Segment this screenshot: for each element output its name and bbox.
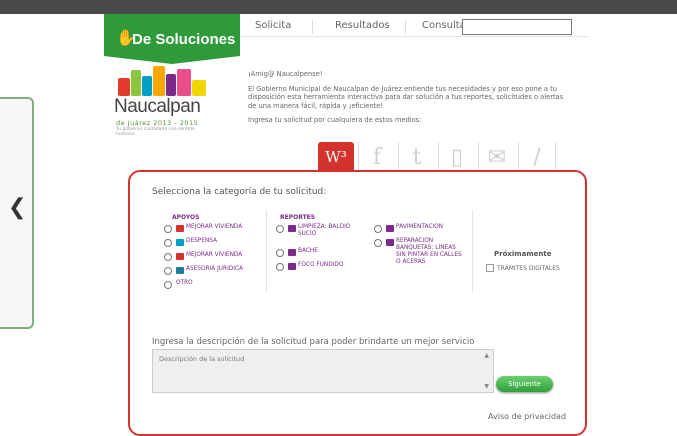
radio-button[interactable] <box>164 253 172 261</box>
intro-text: ¡Amig@ Naucalpense! El Gobierno Municipa… <box>248 70 568 131</box>
radio-button[interactable] <box>164 225 172 233</box>
apoyos-header: APOYOS <box>172 214 200 221</box>
web-channel-icon[interactable]: W³ <box>318 142 354 172</box>
logo-tagline: Tu gobierno cuidadano con sentido humano <box>116 127 195 137</box>
nav-divider <box>405 20 406 34</box>
pencil-icon[interactable]: / <box>518 142 556 172</box>
option-label: FOCO FUNDIDO <box>298 262 344 268</box>
mail-icon[interactable]: ✉ <box>478 142 515 172</box>
scroll-down-icon[interactable]: ▼ <box>484 383 489 390</box>
privacy-link[interactable]: Aviso de privacidad <box>488 412 566 421</box>
next-button[interactable]: Siguiente <box>496 376 553 392</box>
nav-consulta[interactable]: Consulta <box>422 20 466 31</box>
option-label: MEJORAR VIVIENDA <box>186 252 243 258</box>
tramites-digitales: TRÁMITES DIGITALES <box>486 264 560 272</box>
brand-title: De Soluciones <box>132 31 236 48</box>
proximamente-title: Próximamente <box>494 250 552 258</box>
greeting: ¡Amig@ Naucalpense! <box>248 70 323 78</box>
logo-subtitle: de Juárez 2013 - 2015 <box>116 119 199 127</box>
chevron-left-icon[interactable]: ❮ <box>8 197 26 219</box>
option-despensa[interactable]: DESPENSA <box>164 238 217 248</box>
option-pavimentacion[interactable]: PAVIMENTACION <box>374 224 443 234</box>
nav-resultados[interactable]: Resultados <box>335 20 390 31</box>
reportes-header: REPORTES <box>280 214 316 221</box>
logo-graphic <box>118 66 210 96</box>
scroll-up-icon[interactable]: ▲ <box>484 352 489 359</box>
consulta-input[interactable] <box>462 19 572 35</box>
top-bar <box>0 0 677 14</box>
option-label: ASESORIA JURIDICA <box>186 266 243 272</box>
road-icon <box>288 249 296 256</box>
option-label: REPARACION BANQUETAS: LÍNEAS SIN PINTAR … <box>396 238 462 265</box>
twitter-icon[interactable]: t <box>398 142 435 172</box>
option-asesoria-juridica[interactable]: ASESORIA JURIDICA <box>164 266 243 276</box>
nav-solicita[interactable]: Solicita <box>255 20 291 31</box>
request-panel: Selecciona la categoría de tu solicitud:… <box>128 170 587 436</box>
top-nav: Solicita Resultados Consulta <box>240 18 588 37</box>
house-icon <box>176 225 184 232</box>
back-tab[interactable]: ❮ <box>0 97 34 329</box>
option-otro[interactable]: OTRO <box>164 280 193 290</box>
description-placeholder: Descripción de la solicitud <box>159 355 245 363</box>
radio-button[interactable] <box>164 267 172 275</box>
radio-button[interactable] <box>276 263 284 271</box>
house-icon <box>176 253 184 260</box>
option-label: PAVIMENTACION <box>396 224 444 230</box>
bulb-icon <box>288 263 296 270</box>
nav-divider <box>312 20 313 34</box>
option-label: BACHE <box>298 248 318 254</box>
option-label: MEJORAR VIVIENDA <box>186 224 243 230</box>
radio-button[interactable] <box>374 239 382 247</box>
sidewalk-icon <box>386 239 394 246</box>
description-textarea[interactable]: Descripción de la solicitud ▲ ▼ <box>152 349 494 393</box>
channel-tabs: W³ f t ▯ ✉ / <box>318 142 558 172</box>
trash-icon <box>288 225 296 232</box>
option-reparacion-banquetas[interactable]: REPARACION BANQUETAS: LÍNEAS SIN PINTAR … <box>374 238 464 265</box>
option-bache[interactable]: BACHE <box>276 248 318 258</box>
option-label: OTRO <box>176 280 193 286</box>
naucalpan-logo: Naucalpan de Juárez 2013 - 2015 Tu gobie… <box>114 66 214 137</box>
scale-icon <box>176 267 184 274</box>
channels-prompt: Ingresa tu solicitud por cualquiera de e… <box>248 116 422 125</box>
tramites-label: TRÁMITES DIGITALES <box>497 264 560 272</box>
intro-body: El Gobierno Municipal de Naucalpan de Ju… <box>248 84 564 110</box>
column-divider <box>472 210 473 292</box>
radio-button[interactable] <box>164 281 172 289</box>
description-label: Ingresa la descripción de la solicitud p… <box>152 337 475 347</box>
option-mejorar-vivienda[interactable]: MEJORAR VIVIENDA <box>164 224 242 234</box>
category-title: Selecciona la categoría de tu solicitud: <box>152 187 327 197</box>
document-icon <box>486 264 494 272</box>
brand-tab: ✋ De Soluciones <box>104 14 240 64</box>
phone-icon[interactable]: ▯ <box>438 142 475 172</box>
radio-button[interactable] <box>374 225 382 233</box>
pavement-icon <box>386 225 394 232</box>
option-foco-fundido[interactable]: FOCO FUNDIDO <box>276 262 343 272</box>
column-divider <box>266 210 267 292</box>
radio-button[interactable] <box>276 249 284 257</box>
radio-button[interactable] <box>164 239 172 247</box>
option-label: LIMPIEZA: BALDIO SUCIO <box>298 224 351 237</box>
option-mejorar-vivienda-2[interactable]: MEJORAR VIVIENDA <box>164 252 242 262</box>
option-label: DESPENSA <box>186 238 218 244</box>
logo-name: Naucalpan <box>114 96 201 117</box>
basket-icon <box>176 239 184 246</box>
radio-button[interactable] <box>276 225 284 233</box>
option-limpieza[interactable]: LIMPIEZA: BALDIO SUCIO <box>276 224 364 237</box>
facebook-icon[interactable]: f <box>358 142 395 172</box>
